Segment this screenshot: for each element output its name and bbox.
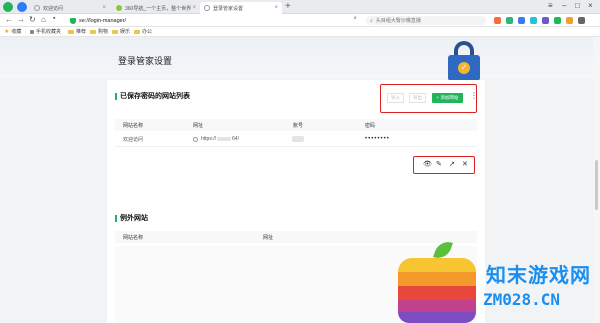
bookmark-item[interactable]: ★ 收藏	[4, 28, 21, 35]
scrollbar-thumb[interactable]	[595, 160, 598, 210]
table-header: 网站名称 网址 账号 密码	[115, 119, 477, 131]
export-button[interactable]: 导出	[409, 93, 426, 103]
search-input[interactable]: ⌕ 头目组大臀沙曝直播	[366, 16, 486, 25]
tab-360-nav[interactable]: 360导航_一个主页，整个世界 ×	[112, 2, 200, 14]
tab-label: 360导航_一个主页，整个世界	[125, 5, 192, 12]
extension-icon[interactable]	[506, 17, 513, 24]
globe-icon	[34, 5, 40, 11]
row-actions: 👁 ✎ ↗ ✕	[413, 156, 475, 174]
page-title: 登录管家设置	[118, 56, 173, 66]
extension-icon[interactable]	[542, 17, 549, 24]
star-icon: ★	[4, 29, 10, 35]
redacted-text	[292, 136, 304, 142]
site-account	[291, 136, 305, 142]
section-title-text: 例外网站	[120, 215, 148, 222]
bookmark-label: 收藏	[11, 29, 22, 35]
tab-welcome[interactable]: 欢迎访问 ×	[30, 2, 110, 14]
search-placeholder: 头目组大臀沙曝直播	[375, 18, 421, 24]
section-title: 已保存密码的网站列表	[115, 91, 190, 101]
bookmark-item[interactable]: 娱乐	[112, 28, 130, 35]
bookmark-item[interactable]: 购物	[90, 28, 108, 35]
column-header: 密码	[365, 123, 376, 129]
watermark-title: 知末游戏网	[486, 263, 591, 287]
reload-icon[interactable]: ↻	[29, 15, 36, 24]
folder-icon	[68, 29, 74, 34]
extension-icon[interactable]	[566, 17, 573, 24]
site-name: 欢迎访问	[123, 137, 144, 143]
bookmark-label: 购物	[98, 29, 109, 35]
lightning-icon[interactable]: ⚡	[353, 15, 357, 22]
back-icon[interactable]: ←	[5, 15, 13, 24]
extension-icon[interactable]	[518, 17, 525, 24]
table-row[interactable]: 欢迎访问 https:// 64/ ••••••••	[115, 131, 477, 147]
site-password: ••••••••	[365, 136, 390, 142]
more-options-icon[interactable]: ⋮	[470, 91, 478, 100]
new-tab-button[interactable]: +	[285, 1, 291, 12]
menu-icon[interactable]: ≡	[548, 1, 553, 10]
address-toolbar: ← → ↻ ⌂ ▪ se://login-manager/ ⚡ ⌕ 头目组大臀沙…	[0, 14, 600, 27]
delete-icon[interactable]: ✕	[462, 160, 468, 168]
bookmarks-bar: ★ 收藏 手机收藏夹 推荐 购物 娱乐 办公	[0, 27, 600, 37]
section-title-text: 已保存密码的网站列表	[120, 93, 190, 100]
column-header: 网址	[263, 235, 274, 241]
column-header: 网站名称	[123, 235, 144, 241]
bookmark-item[interactable]: 办公	[134, 28, 152, 35]
tab-label: 登录管家设置	[213, 5, 244, 12]
watermark-domain: ZM028.CN	[483, 290, 561, 309]
url-suffix: 64/	[232, 136, 239, 142]
close-icon[interactable]: ×	[102, 5, 106, 11]
extension-icon[interactable]	[530, 17, 537, 24]
bookmark-item[interactable]: 推荐	[68, 28, 86, 35]
bag-icon[interactable]: ▪	[53, 15, 55, 22]
apple-logo-icon	[398, 238, 476, 323]
edit-icon[interactable]: ✎	[436, 160, 442, 168]
add-site-button[interactable]: + 添加网站	[432, 93, 463, 103]
site-url: https:// 64/	[193, 136, 239, 142]
phone-icon	[30, 29, 34, 34]
security-shield-icon	[70, 17, 76, 24]
bookmark-label: 娱乐	[120, 29, 131, 35]
settings-icon[interactable]	[578, 17, 585, 24]
360-icon	[116, 5, 122, 11]
globe-icon	[193, 136, 198, 142]
column-header: 网站名称	[123, 123, 144, 129]
section-title: 例外网站	[115, 213, 148, 223]
folder-icon	[90, 29, 96, 34]
globe-icon	[204, 5, 210, 11]
open-link-icon[interactable]: ↗	[449, 160, 455, 168]
close-icon[interactable]: ×	[274, 5, 278, 11]
url-text: se://login-manager/	[79, 17, 127, 24]
tab-login-manager[interactable]: 登录管家设置 ×	[200, 2, 282, 14]
url-prefix: https://	[201, 136, 217, 142]
redacted-text	[217, 137, 232, 141]
close-window-icon[interactable]: ×	[588, 1, 593, 10]
column-header: 网址	[193, 123, 204, 129]
tab-strip: 欢迎访问 × 360导航_一个主页，整个世界 × 登录管家设置 × + ≡ – …	[0, 0, 600, 14]
home-icon[interactable]: ⌂	[41, 15, 46, 24]
bookmark-label: 推荐	[76, 29, 87, 35]
import-button[interactable]: 导入	[387, 93, 404, 103]
extension-icon[interactable]	[554, 17, 561, 24]
lock-illustration-icon: ✓	[448, 41, 480, 81]
page-header	[0, 37, 600, 79]
saved-sites-card: 已保存密码的网站列表 导入 导出 + 添加网站 ⋮ 网站名称 网址 账号 密码 …	[107, 80, 485, 205]
forward-icon[interactable]: →	[17, 15, 25, 24]
bookmark-label: 办公	[142, 29, 153, 35]
extension-icon[interactable]	[494, 17, 501, 24]
address-field[interactable]: se://login-manager/	[70, 16, 350, 25]
show-password-icon[interactable]: 👁	[423, 160, 432, 168]
account-icon[interactable]	[17, 2, 27, 12]
saved-sites-actions: 导入 导出 + 添加网站 ⋮	[380, 84, 478, 113]
minimize-icon[interactable]: –	[562, 1, 566, 10]
maximize-icon[interactable]: □	[575, 1, 580, 10]
browser-logo-icon[interactable]	[3, 2, 13, 12]
column-header: 账号	[293, 123, 304, 129]
folder-icon	[134, 29, 140, 34]
bookmark-item[interactable]: 手机收藏夹	[30, 28, 61, 35]
search-icon: ⌕	[370, 17, 373, 24]
tab-label: 欢迎访问	[43, 5, 64, 12]
bookmark-label: 手机收藏夹	[36, 29, 62, 35]
folder-icon	[112, 29, 118, 34]
close-icon[interactable]: ×	[192, 5, 196, 11]
